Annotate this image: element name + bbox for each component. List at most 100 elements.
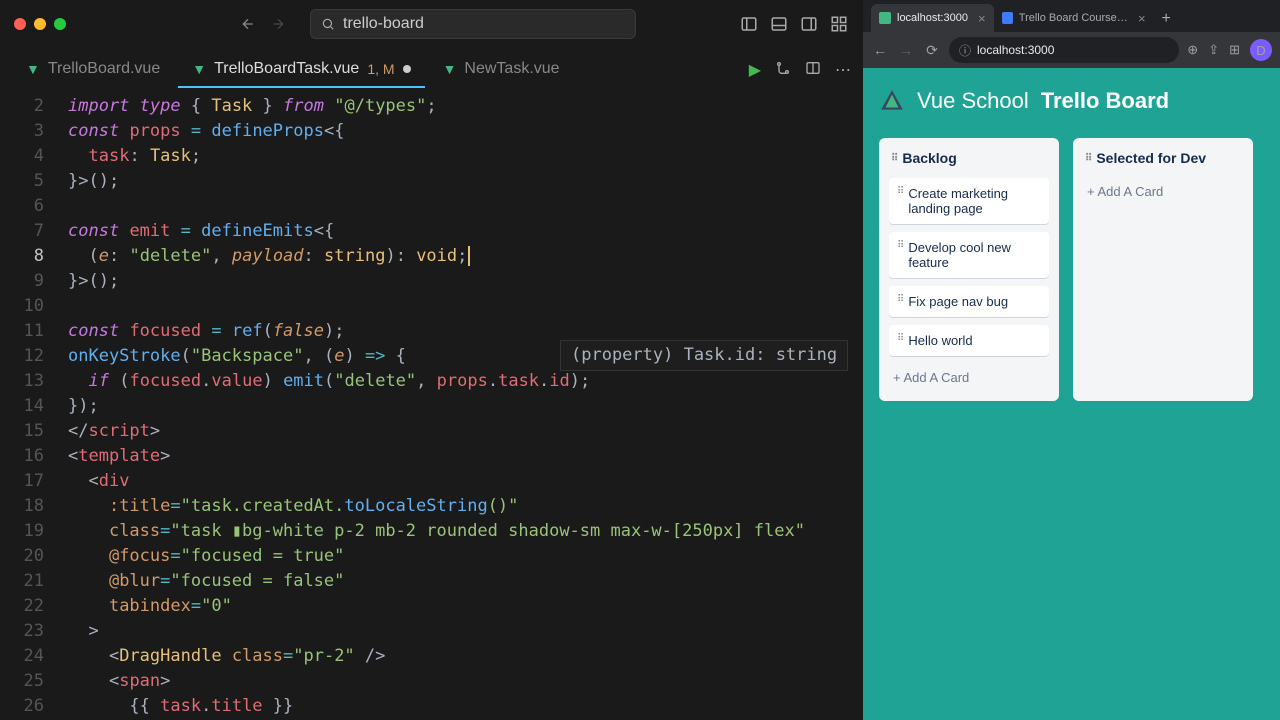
url-input[interactable]: ⓘ localhost:3000 [949, 37, 1179, 63]
layout-bottom-icon[interactable] [769, 14, 789, 34]
profile-avatar[interactable]: D [1250, 39, 1272, 61]
browser-tab-label: Trello Board Course | Tr [1019, 12, 1128, 24]
code-line[interactable] [68, 194, 863, 219]
code-area[interactable]: import type { Task } from "@/types";cons… [68, 92, 863, 720]
code-line[interactable]: }); [68, 394, 863, 419]
layout-right-icon[interactable] [799, 14, 819, 34]
extensions-icon[interactable]: ⊞ [1229, 42, 1240, 58]
close-window-button[interactable] [14, 18, 26, 30]
tab-trelloboardtask[interactable]: ▼ TrelloBoardTask.vue 1, M [178, 52, 424, 88]
search-icon [321, 17, 335, 31]
diff-icon[interactable] [775, 60, 791, 81]
play-icon[interactable]: ▶ [749, 60, 761, 80]
browser-reload-button[interactable]: ⟳ [923, 42, 941, 59]
close-tab-button[interactable]: × [978, 11, 986, 26]
close-tab-button[interactable]: × [1138, 11, 1146, 26]
vue-icon: ▼ [443, 61, 457, 77]
minimize-window-button[interactable] [34, 18, 46, 30]
modified-dot-icon [403, 65, 411, 73]
code-line[interactable]: }>(); [68, 269, 863, 294]
code-line[interactable]: <template> [68, 444, 863, 469]
add-card-button[interactable]: + Add A Card [1083, 178, 1243, 205]
task-card[interactable]: ⠿Hello world [889, 325, 1049, 356]
code-line[interactable]: import type { Task } from "@/types"; [68, 94, 863, 119]
code-line[interactable]: const emit = defineEmits<{ [68, 219, 863, 244]
code-line[interactable]: (e: "delete", payload: string): void; [68, 244, 863, 269]
editor-body[interactable]: 2345678910111213141516171819202122232425… [0, 92, 863, 720]
drag-handle-icon[interactable]: ⠿ [1085, 153, 1090, 164]
share-icon[interactable]: ⇪ [1208, 42, 1219, 58]
browser-back-button[interactable]: ← [871, 42, 889, 58]
browser-forward-button[interactable]: → [897, 42, 915, 58]
code-line[interactable] [68, 294, 863, 319]
hover-tooltip: (property) Task.id: string [560, 340, 848, 371]
task-card[interactable]: ⠿Fix page nav bug [889, 286, 1049, 317]
brand-text-2: Trello Board [1041, 88, 1169, 114]
code-line[interactable]: {{ task.title }} [68, 694, 863, 719]
task-card[interactable]: ⠿Develop cool new feature [889, 232, 1049, 278]
code-line[interactable]: @focus="focused = true" [68, 544, 863, 569]
code-line[interactable]: task: Task; [68, 144, 863, 169]
board-column: ⠿Selected for Dev + Add A Card [1073, 138, 1253, 401]
browser-pane: localhost:3000 × Trello Board Course | T… [863, 0, 1280, 720]
app-viewport: Vue School Trello Board ⠿Backlog ⠿Create … [863, 68, 1280, 720]
column-header[interactable]: ⠿Backlog [889, 148, 1049, 170]
vue-icon: ▼ [192, 61, 206, 77]
code-line[interactable]: @blur="focused = false" [68, 569, 863, 594]
drag-handle-icon[interactable]: ⠿ [897, 186, 902, 216]
drag-handle-icon[interactable]: ⠿ [897, 240, 902, 270]
tab-trelloboard[interactable]: ▼ TrelloBoard.vue [12, 52, 174, 88]
tab-label: TrelloBoard.vue [48, 60, 160, 78]
browser-tab-label: localhost:3000 [897, 12, 968, 24]
board-column: ⠿Backlog ⠿Create marketing landing page ⠿D… [879, 138, 1059, 401]
search-text: trello-board [343, 15, 424, 33]
window-controls [14, 18, 66, 30]
code-line[interactable]: tabindex="0" [68, 594, 863, 619]
code-line[interactable]: > [68, 619, 863, 644]
browser-tab-course[interactable]: Trello Board Course | Tr × [994, 4, 1154, 32]
layout-grid-icon[interactable] [829, 14, 849, 34]
more-icon[interactable]: ⋯ [835, 60, 851, 80]
drag-handle-icon[interactable]: ⠿ [891, 153, 896, 164]
tab-label: TrelloBoardTask.vue [214, 60, 359, 78]
editor-pane: trello-board ▼ TrelloBoard.vue ▼ TrelloB… [0, 0, 863, 720]
nav-forward-button[interactable] [266, 12, 290, 36]
code-line[interactable]: const props = defineProps<{ [68, 119, 863, 144]
brand-logo-icon [879, 88, 905, 114]
code-line[interactable]: if (focused.value) emit("delete", props.… [68, 369, 863, 394]
column-header[interactable]: ⠿Selected for Dev [1083, 148, 1243, 170]
split-icon[interactable] [805, 60, 821, 81]
nav-back-button[interactable] [236, 12, 260, 36]
layout-left-icon[interactable] [739, 14, 759, 34]
code-line[interactable]: <div [68, 469, 863, 494]
task-card[interactable]: ⠿Create marketing landing page [889, 178, 1049, 224]
maximize-window-button[interactable] [54, 18, 66, 30]
code-line[interactable]: class="task ▮bg-white p-2 mb-2 rounded s… [68, 519, 863, 544]
code-line[interactable]: }>(); [68, 169, 863, 194]
titlebar: trello-board [0, 0, 863, 48]
tab-newtask[interactable]: ▼ NewTask.vue [429, 52, 574, 88]
browser-tabs: localhost:3000 × Trello Board Course | T… [863, 0, 1280, 32]
tab-status: 1, M [367, 61, 394, 77]
layout-controls [739, 14, 849, 34]
vue-icon: ▼ [26, 61, 40, 77]
browser-tab-localhost[interactable]: localhost:3000 × [871, 4, 994, 32]
code-line[interactable]: <span> [68, 669, 863, 694]
app-brand: Vue School Trello Board [879, 88, 1264, 114]
code-line[interactable]: :title="task.createdAt.toLocaleString()" [68, 494, 863, 519]
drag-handle-icon[interactable]: ⠿ [897, 294, 902, 309]
code-line[interactable]: <DragHandle class="pr-2" /> [68, 644, 863, 669]
board: ⠿Backlog ⠿Create marketing landing page ⠿D… [879, 138, 1264, 401]
info-icon: ⓘ [959, 42, 971, 59]
drag-handle-icon[interactable]: ⠿ [897, 333, 902, 348]
favicon-icon [879, 12, 891, 24]
new-tab-button[interactable]: + [1154, 6, 1179, 32]
nav-arrows [236, 12, 290, 36]
code-line[interactable]: </script> [68, 419, 863, 444]
add-card-button[interactable]: + Add A Card [889, 364, 1049, 391]
line-gutter: 2345678910111213141516171819202122232425… [0, 92, 68, 720]
zoom-icon[interactable]: ⊕ [1187, 42, 1198, 58]
brand-text-1: Vue School [917, 88, 1029, 114]
tab-actions: ▶ ⋯ [749, 60, 851, 81]
command-search[interactable]: trello-board [310, 9, 636, 39]
